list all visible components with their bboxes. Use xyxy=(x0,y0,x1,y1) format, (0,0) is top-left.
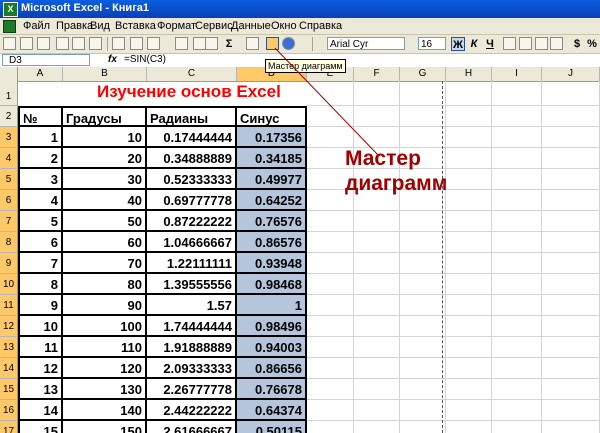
callout-line-2: диаграмм xyxy=(345,172,448,195)
callout-line-1: Мастер xyxy=(345,147,421,170)
callout-arrow xyxy=(274,47,379,156)
chart-wizard-callout: Мастер диаграмм xyxy=(345,146,447,196)
